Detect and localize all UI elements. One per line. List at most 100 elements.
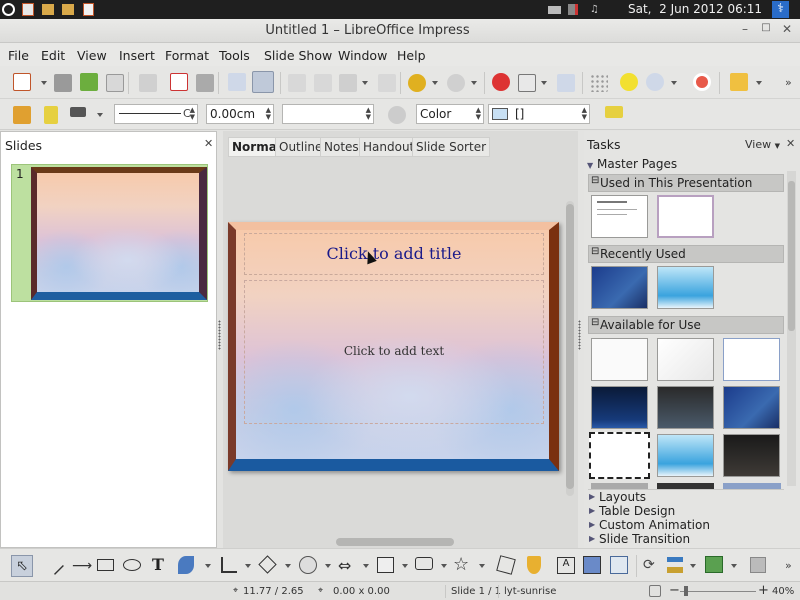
symbol-shapes-icon[interactable] [299,556,317,574]
chevron-down-icon[interactable] [97,113,103,117]
document-modified-icon[interactable] [649,585,661,597]
email-icon[interactable] [106,74,124,92]
new-document-icon[interactable] [13,73,31,91]
master-thumbnail-sunrise[interactable] [657,195,714,238]
menu-tools[interactable]: Tools [219,48,250,63]
close-icon[interactable]: ✕ [204,137,213,150]
zoom-out-button[interactable]: − [669,583,680,598]
tab-outline[interactable]: Outline [275,137,327,157]
menu-format[interactable]: Format [165,48,209,63]
chevron-down-icon[interactable] [205,564,211,568]
rectangle-icon[interactable] [97,559,114,571]
chevron-down-icon[interactable] [363,564,369,568]
gallery-icon[interactable] [610,556,628,574]
grid-dots-icon[interactable] [590,74,608,92]
fontwork-icon[interactable]: A [557,557,575,574]
arrow-line-icon[interactable]: ⟶ [72,558,92,574]
slide-transition-item[interactable]: ▶ Slide Transition [589,532,690,546]
help-icon[interactable] [693,73,711,91]
extrusion-icon[interactable] [750,557,766,573]
master-thumbnail[interactable] [591,195,648,238]
tab-notes[interactable]: Notes [320,137,363,157]
menu-slide-show[interactable]: Slide Show [264,48,332,63]
chevron-down-icon[interactable] [756,81,762,85]
shadow-icon[interactable] [605,106,623,118]
slide-canvas[interactable]: Click to add title Click to add text [228,222,559,471]
chevron-down-icon[interactable] [690,564,696,568]
close-icon[interactable]: ✕ [786,137,795,150]
layouts-item[interactable]: ▶ Layouts [589,490,646,504]
styles-icon[interactable] [13,106,31,124]
folder-icon[interactable] [42,4,54,15]
app-icon[interactable] [22,3,34,16]
zoom-slider[interactable] [680,586,756,596]
select-arrow-icon[interactable]: ⬁ [11,555,33,577]
tasks-scrollbar[interactable] [787,171,796,486]
close-button[interactable]: ✕ [778,22,796,38]
chart-icon[interactable] [492,73,510,91]
master-thumbnail[interactable] [657,266,714,309]
chevron-down-icon[interactable] [671,81,677,85]
minimize-button[interactable]: – [736,22,754,38]
panel-splitter[interactable] [578,320,581,350]
zoom-percentage[interactable]: 40% [772,586,794,597]
line-width-input[interactable]: 0.00cm ▲ ▼ [206,104,274,124]
master-thumbnail[interactable] [723,338,780,381]
custom-animation-item[interactable]: ▶ Custom Animation [589,518,710,532]
auto-spellcheck-icon[interactable] [252,71,274,93]
line-style-select[interactable]: C ▲ ▼ [114,104,198,124]
chevron-down-icon[interactable] [245,564,251,568]
chevron-down-icon[interactable] [285,564,291,568]
line-color-select[interactable]: ▲ ▼ [282,104,374,124]
horizontal-scrollbar[interactable] [336,538,454,546]
from-file-icon[interactable] [583,556,601,574]
chevron-down-icon[interactable] [402,564,408,568]
master-thumbnail[interactable] [591,338,648,381]
glue-points-icon[interactable] [527,556,541,574]
open-folder-icon[interactable] [54,74,72,92]
title-placeholder[interactable]: Click to add title [244,233,544,275]
edit-file-icon[interactable] [139,74,157,92]
curve-icon[interactable] [178,556,194,574]
panel-splitter[interactable] [218,320,221,350]
chevron-down-icon[interactable] [441,564,447,568]
menu-window[interactable]: Window [338,48,387,63]
network-icon[interactable] [568,4,578,15]
rotate-icon[interactable]: ⟳ [643,557,655,573]
display-grid-icon[interactable] [557,74,575,92]
block-arrows-icon[interactable]: ⇔ [338,556,351,575]
table-icon[interactable] [518,74,536,92]
master-thumbnail[interactable] [591,386,648,429]
points-icon[interactable] [496,555,516,575]
align-icon[interactable] [667,557,683,573]
master-thumbnail[interactable] [723,386,780,429]
document-icon[interactable] [83,3,94,16]
callouts-icon[interactable] [415,557,433,570]
slide-thumbnail[interactable]: 1 [11,164,208,302]
chevron-down-icon[interactable] [432,81,438,85]
basic-shapes-icon[interactable] [258,555,277,574]
master-thumbnail-selected[interactable] [589,432,650,479]
spelling-icon[interactable] [228,73,246,91]
area-icon[interactable] [388,106,406,124]
zoom-icon[interactable] [646,73,664,91]
zoom-in-button[interactable]: + [758,583,769,598]
fill-select[interactable]: [] ▲ ▼ [488,104,590,124]
chevron-down-icon[interactable] [479,564,485,568]
master-pages-header[interactable]: ▼ Master Pages [587,157,783,173]
ellipse-icon[interactable] [123,559,141,571]
print-icon[interactable] [196,74,214,92]
tab-slide-sorter[interactable]: Slide Sorter [412,137,491,157]
chevron-down-icon[interactable] [541,81,547,85]
keyboard-icon[interactable] [548,6,561,14]
master-thumbnail[interactable] [591,266,648,309]
flowchart-icon[interactable] [377,557,394,573]
master-thumbnail[interactable] [657,338,714,381]
paste-icon[interactable] [339,74,357,92]
menu-insert[interactable]: Insert [119,48,155,63]
chevron-down-icon[interactable] [471,81,477,85]
tab-handout[interactable]: Handout [359,137,419,157]
maximize-button[interactable]: □ [757,22,775,38]
area-style-select[interactable]: Color ▲ ▼ [416,104,484,124]
clone-formatting-icon[interactable] [378,74,396,92]
